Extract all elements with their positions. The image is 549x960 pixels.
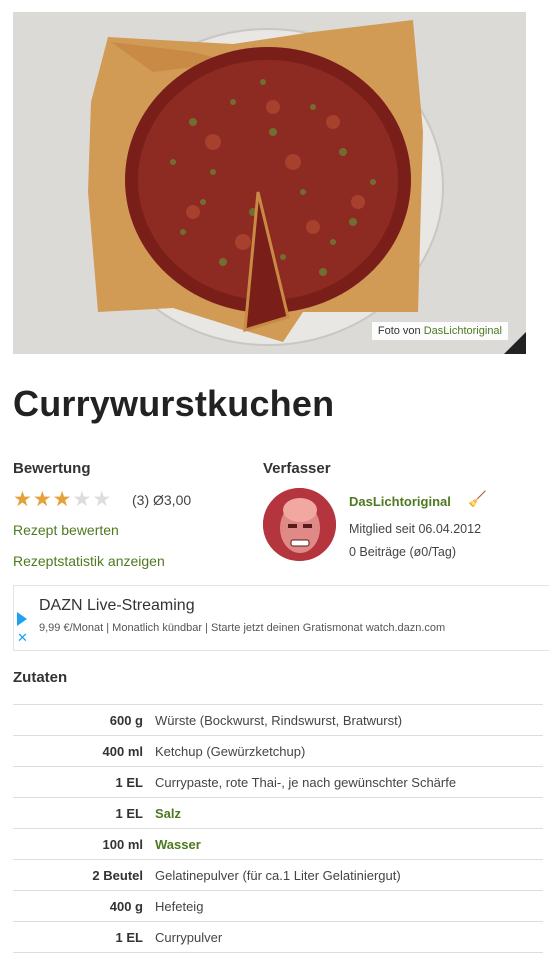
ingredient-amount: 2 Beutel	[92, 867, 143, 883]
broom-icon: 🧹	[468, 491, 487, 508]
author-posts: 0 Beiträge (ø0/Tag)	[349, 545, 456, 559]
star-icon[interactable]: ★	[33, 489, 52, 510]
ingredient-amount: 1 EL	[115, 805, 143, 821]
ingredient-name: Currypaste, rote Thai-, je nach gewünsch…	[155, 774, 457, 790]
table-row: 1 EL Currypaste, rote Thai-, je nach gew…	[13, 766, 543, 798]
rating-summary: (3) Ø3,00	[132, 492, 192, 508]
photo-credit: Foto von DasLichtoriginal	[371, 322, 508, 340]
author-heading: Verfasser	[263, 460, 331, 477]
ingredient-name: Currypulver	[155, 929, 223, 945]
pizza-image	[13, 12, 526, 354]
ingredient-link[interactable]: Wasser	[155, 829, 543, 860]
recipe-photo[interactable]: Foto von DasLichtoriginal	[13, 12, 526, 354]
ingredient-name: Würste (Bockwurst, Rindswurst, Bratwurst…	[155, 712, 403, 728]
table-row: 100 ml Wasser	[13, 828, 543, 860]
table-row: 1 EL Salz	[13, 797, 543, 829]
photo-credit-prefix: Foto von	[377, 325, 421, 337]
table-row: 400 g Hefeteig	[13, 890, 543, 922]
rate-recipe-link[interactable]: Rezept bewerten	[13, 522, 119, 538]
rating-heading: Bewertung	[13, 460, 91, 477]
photo-credit-author-link[interactable]: DasLichtoriginal	[424, 325, 502, 337]
ad-close-icon[interactable]: ✕	[17, 630, 28, 646]
star-icon[interactable]: ★	[72, 489, 91, 510]
ingredient-name: Gelatinepulver (für ca.1 Liter Gelatinie…	[155, 867, 401, 883]
avatar-image	[263, 488, 336, 561]
table-row: 600 g Würste (Bockwurst, Rindswurst, Bra…	[13, 704, 543, 736]
recipe-title: Currywurstkuchen	[13, 383, 335, 424]
ingredient-amount: 100 ml	[102, 836, 143, 852]
ad-title[interactable]: DAZN Live-Streaming	[39, 597, 195, 615]
ingredient-link[interactable]: Salz	[155, 798, 543, 829]
star-rating[interactable]: ★ ★ ★ ★ ★	[13, 489, 112, 510]
advertisement[interactable]: ✕ DAZN Live-Streaming 9,99 €/Monat | Mon…	[13, 585, 549, 651]
star-icon[interactable]: ★	[53, 489, 72, 510]
ad-choices-icon[interactable]	[17, 612, 27, 626]
ingredient-name: Hefeteig	[155, 898, 204, 914]
author-member-since: Mitglied seit 06.04.2012	[349, 522, 482, 536]
ingredient-amount: 400 g	[109, 898, 143, 914]
star-icon[interactable]: ★	[92, 489, 111, 510]
ad-text[interactable]: 9,99 €/Monat | Monatlich kündbar | Start…	[39, 622, 445, 634]
ingredient-amount: 600 g	[109, 712, 143, 728]
author-avatar[interactable]	[263, 488, 336, 561]
recipe-stats-link[interactable]: Rezeptstatistik anzeigen	[13, 553, 165, 569]
table-row: 400 ml Ketchup (Gewürzketchup)	[13, 735, 543, 767]
ingredient-amount: 400 ml	[102, 743, 143, 759]
ingredient-amount: 1 EL	[115, 774, 143, 790]
photo-corner-marker	[504, 332, 526, 354]
ingredients-heading: Zutaten	[13, 669, 68, 686]
table-row: 2 Beutel Gelatinepulver (für ca.1 Liter …	[13, 859, 543, 891]
author-name-link[interactable]: DasLichtoriginal	[349, 494, 451, 509]
star-icon[interactable]: ★	[13, 489, 32, 510]
ingredient-name: Ketchup (Gewürzketchup)	[155, 743, 306, 759]
ingredients-table: 600 g Würste (Bockwurst, Rindswurst, Bra…	[13, 704, 543, 953]
ingredient-amount: 1 EL	[115, 929, 143, 945]
table-row: 1 EL Currypulver	[13, 921, 543, 953]
